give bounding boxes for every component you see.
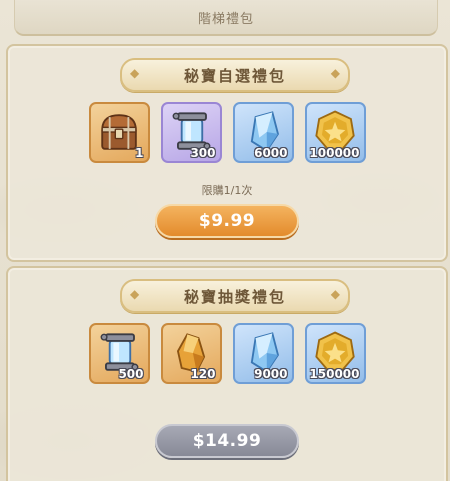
reward-quantity: 9000 [254,367,288,381]
page-header: 階梯禮包 [14,0,438,36]
pack-title-banner: 秘寶抽獎禮包 [120,279,350,313]
reward-quantity: 500 [118,367,144,381]
reward-item-lantern[interactable]: 300 [160,102,222,163]
reward-item-coin[interactable]: 150000 [304,323,366,384]
pack-title: 秘寶自選禮包 [183,66,286,85]
price-label: $14.99 [192,431,262,451]
reward-quantity: 150000 [309,367,360,381]
price-label: $9.99 [198,211,256,231]
reward-quantity: 120 [190,367,216,381]
pack-panel-2: 秘寶抽獎禮包 500 [6,266,448,481]
reward-item-crystal[interactable]: 6000 [232,102,294,163]
reward-quantity: 300 [190,146,216,160]
buy-button-pack-2[interactable]: $14.99 [155,424,299,458]
reward-item-crystal[interactable]: 9000 [232,323,294,384]
reward-item-shard[interactable]: 120 [160,323,222,384]
reward-list: 1 300 6000 100000 [8,102,446,163]
reward-list: 500 120 9000 150000 [8,323,446,384]
reward-quantity: 100000 [309,146,360,160]
buy-button-pack-1[interactable]: $9.99 [155,204,299,238]
page-title: 階梯禮包 [197,11,254,27]
reward-quantity: 1 [135,146,144,160]
purchase-limit: 限購1/1次 [201,184,253,197]
reward-item-chest[interactable]: 1 [88,102,150,163]
shop-screen: 階梯禮包 秘寶自選禮包 1 [0,0,450,481]
reward-item-coin[interactable]: 100000 [304,102,366,163]
reward-item-lantern[interactable]: 500 [88,323,150,384]
pack-title-banner: 秘寶自選禮包 [120,58,350,92]
pack-title: 秘寶抽獎禮包 [183,287,286,306]
reward-quantity: 6000 [254,146,288,160]
pack-panel-1: 秘寶自選禮包 1 [6,44,448,262]
